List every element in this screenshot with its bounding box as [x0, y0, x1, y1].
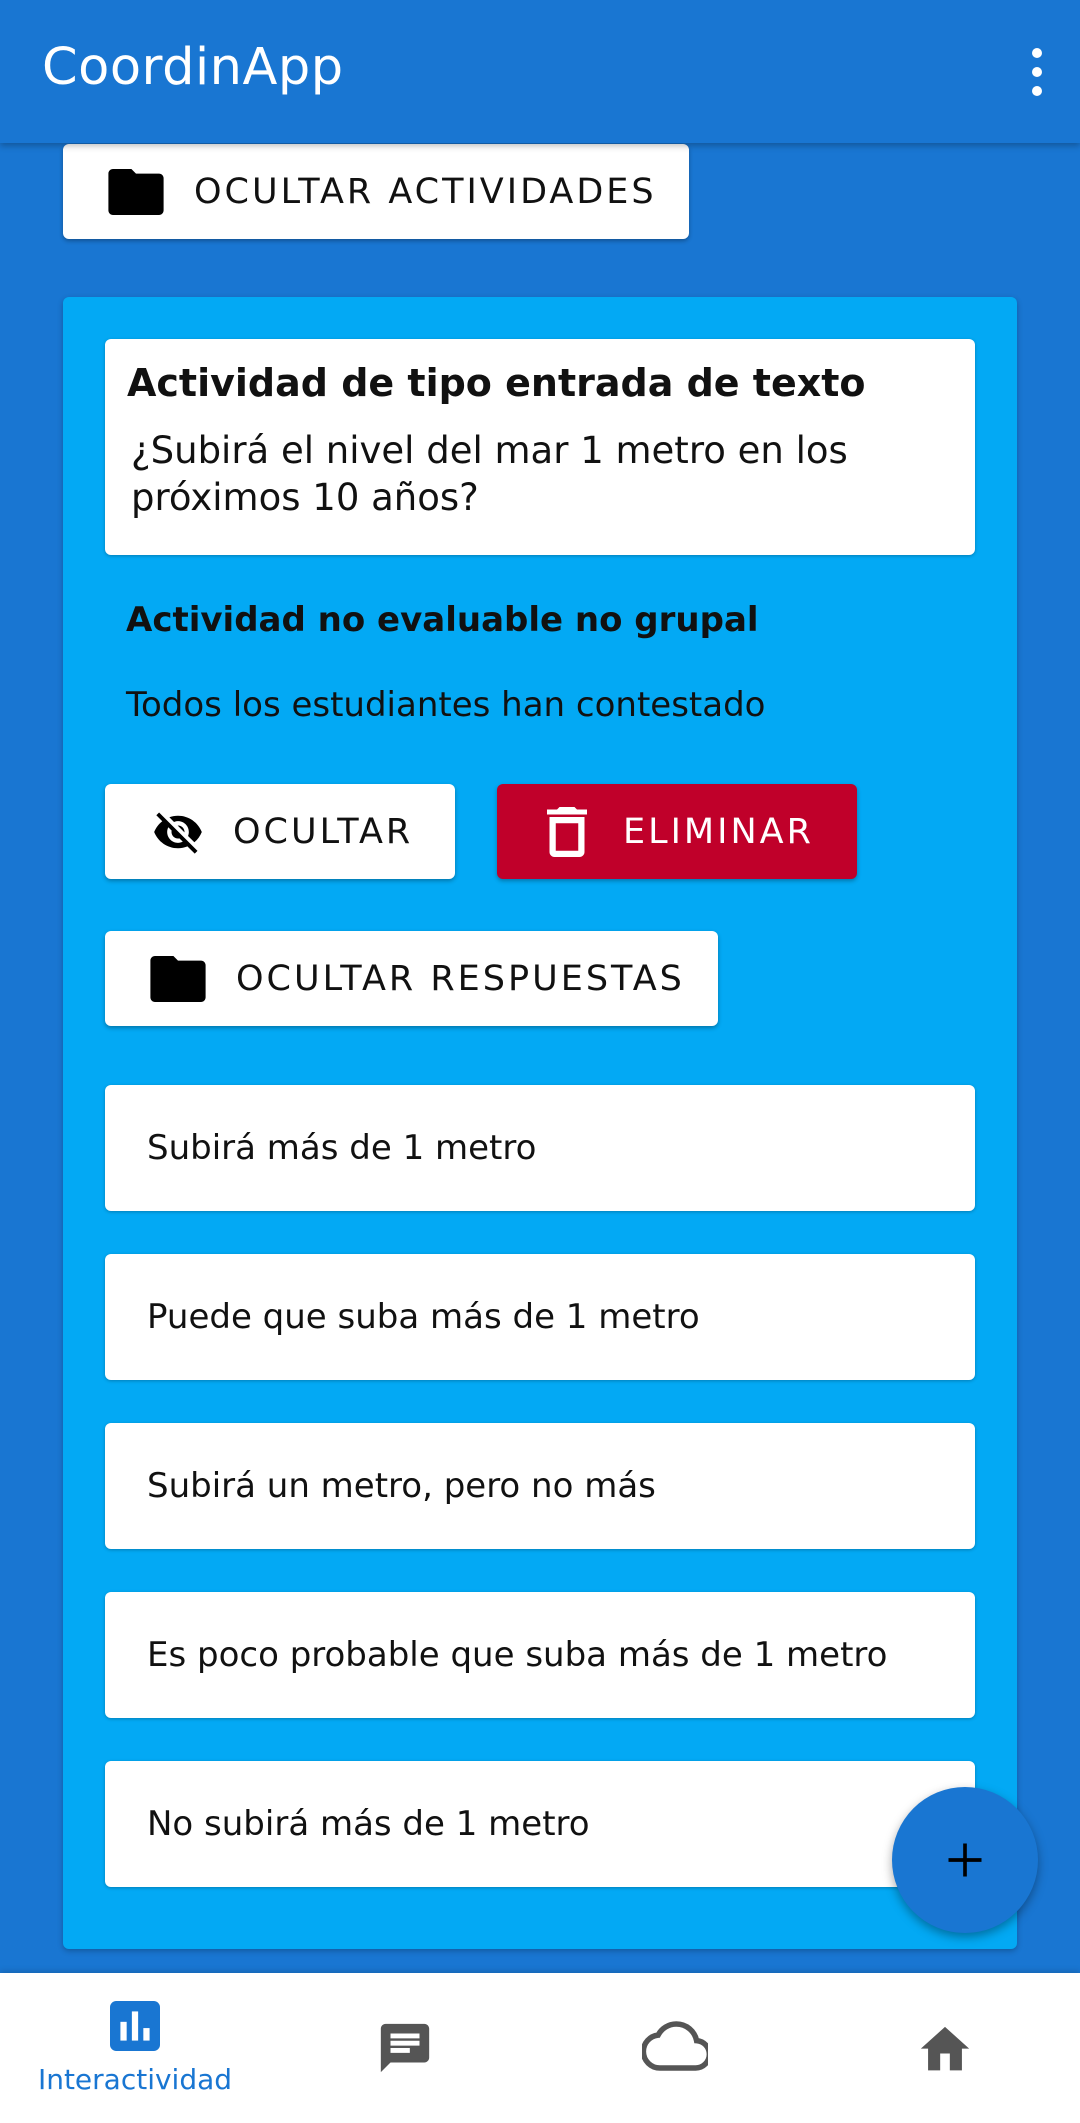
add-button[interactable]: [892, 1787, 1038, 1933]
activity-type-label: Actividad no evaluable no grupal: [126, 600, 759, 640]
nav-item-interactividad[interactable]: Interactividad: [0, 1973, 270, 2123]
hide-label: OCULTAR: [233, 811, 414, 852]
folder-icon: [108, 168, 164, 215]
cloud-icon: [640, 2021, 713, 2075]
question-card: Actividad de tipo entrada de texto ¿Subi…: [105, 339, 975, 555]
answered-status: Todos los estudiantes han contestado: [126, 685, 766, 725]
nav-item-home[interactable]: [810, 1973, 1080, 2123]
nav-label-interactividad: Interactividad: [37, 2063, 233, 2096]
visibility-off-icon: [147, 806, 209, 858]
more-vert-icon[interactable]: [1012, 42, 1062, 102]
delete-button[interactable]: ELIMINAR: [497, 784, 857, 879]
folder-icon: [150, 955, 206, 1002]
app-title: CoordinApp: [42, 38, 344, 97]
bottom-navigation: Interactividad: [0, 1973, 1080, 2123]
nav-item-chat[interactable]: [270, 1973, 540, 2123]
app-bar: CoordinApp: [0, 0, 1080, 143]
chat-icon: [375, 2019, 435, 2081]
hide-activities-button[interactable]: OCULTAR ACTIVIDADES: [63, 144, 689, 239]
bar-chart-icon: [110, 2001, 160, 2055]
answer-card: Subirá un metro, pero no más: [105, 1423, 975, 1549]
activity-title: Actividad de tipo entrada de texto: [127, 361, 866, 405]
answer-card: No subirá más de 1 metro: [105, 1761, 975, 1887]
hide-button[interactable]: OCULTAR: [105, 784, 455, 879]
hide-activities-label: OCULTAR ACTIVIDADES: [194, 171, 657, 212]
home-icon: [916, 2019, 974, 2075]
answer-card: Subirá más de 1 metro: [105, 1085, 975, 1211]
delete-label: ELIMINAR: [623, 811, 814, 852]
trash-icon: [547, 806, 587, 857]
activity-panel: Actividad de tipo entrada de texto ¿Subi…: [63, 297, 1017, 1949]
hide-answers-label: OCULTAR RESPUESTAS: [236, 958, 685, 999]
nav-item-cloud[interactable]: [540, 1973, 810, 2123]
answer-card: Es poco probable que suba más de 1 metro: [105, 1592, 975, 1718]
hide-answers-button[interactable]: OCULTAR RESPUESTAS: [105, 931, 718, 1026]
answer-card: Puede que suba más de 1 metro: [105, 1254, 975, 1380]
activity-question: ¿Subirá el nivel del mar 1 metro en los …: [131, 429, 848, 519]
add-icon: [948, 1843, 982, 1877]
